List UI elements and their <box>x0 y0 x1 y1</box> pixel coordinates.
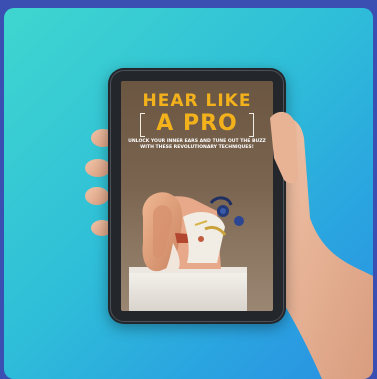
product-image-card: HEAR LIKE A PRO UNLOCK YOUR INNER EARS A… <box>4 8 373 379</box>
thumb-illustration <box>270 111 298 184</box>
